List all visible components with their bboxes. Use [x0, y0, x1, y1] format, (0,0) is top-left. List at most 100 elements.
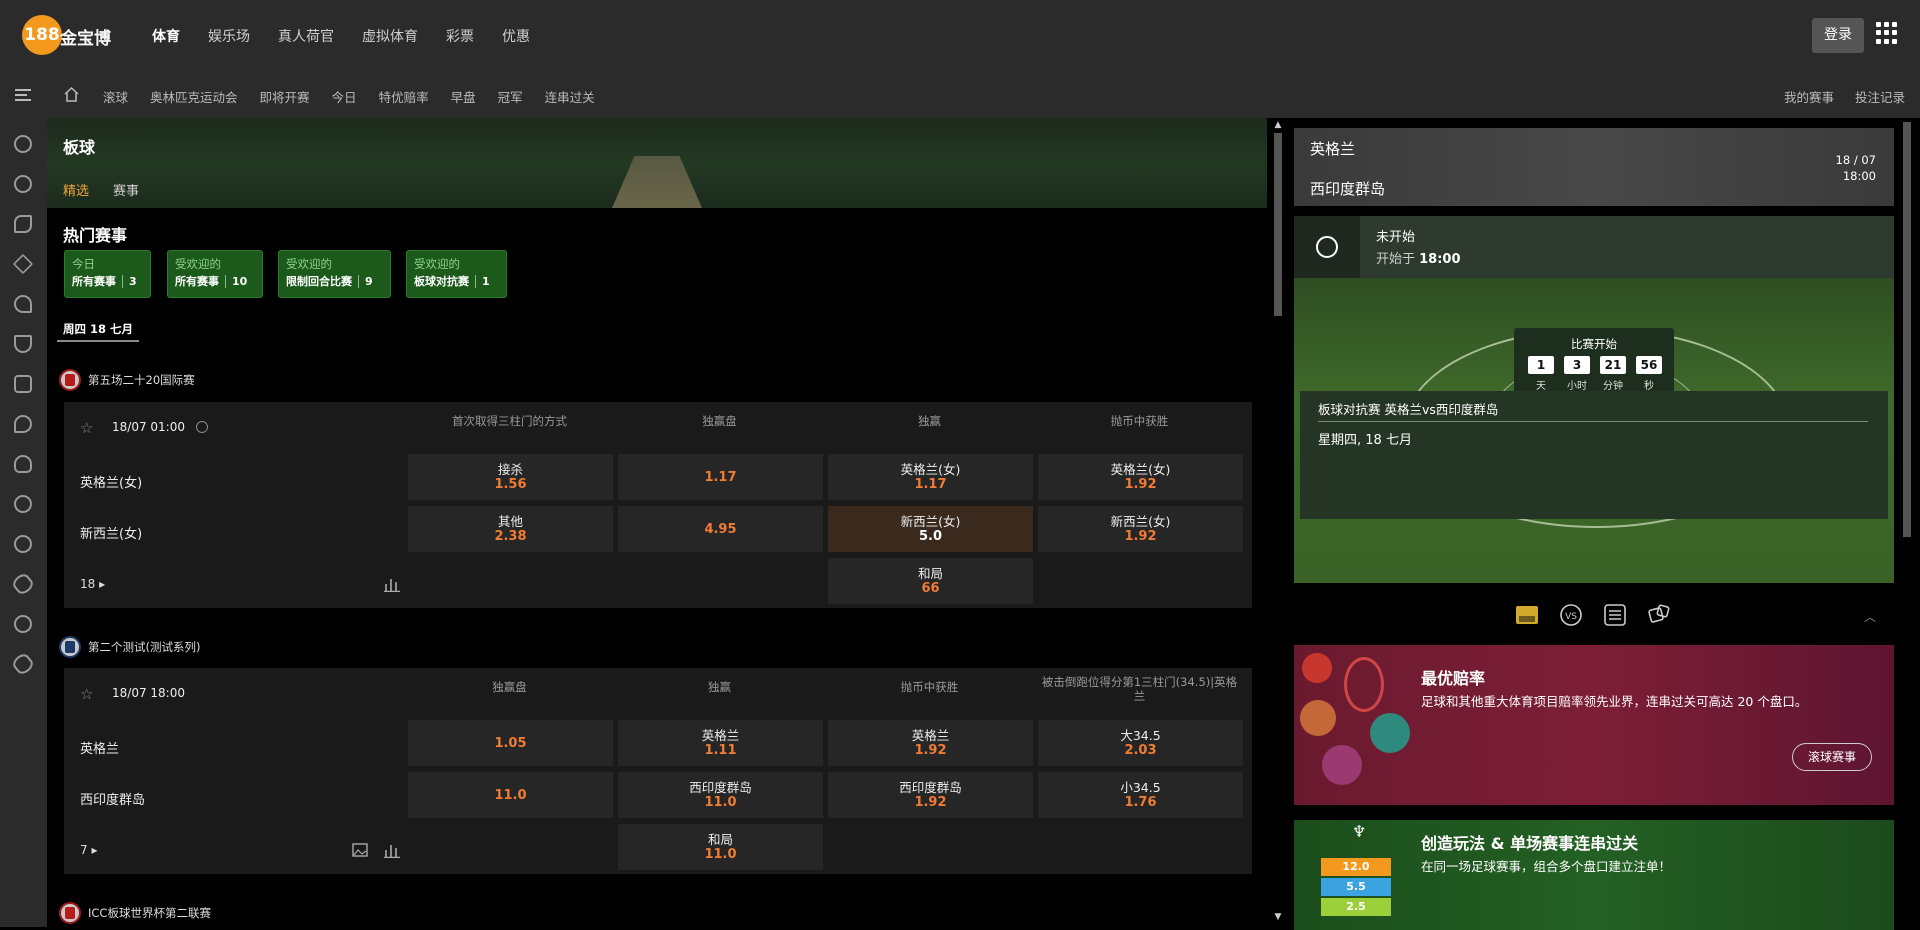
- main-nav: 体育 娱乐场 真人荷官 虚拟体育 彩票 优惠: [152, 26, 558, 46]
- sub-nav: 滚球 奥林匹克运动会 即将开赛 今日 特优赔率 早盘 冠军 连串过关: [103, 87, 617, 106]
- favorite-star-icon[interactable]: ☆: [80, 419, 93, 437]
- football-icon[interactable]: [10, 651, 36, 677]
- trophy-icon[interactable]: [14, 335, 32, 353]
- column-header: 抛币中获胜: [1110, 414, 1169, 428]
- subnav-parlay[interactable]: 连串过关: [545, 87, 595, 106]
- boxing-icon[interactable]: [14, 455, 32, 473]
- stats-icon[interactable]: [384, 842, 400, 858]
- odds-button[interactable]: 11.0: [408, 772, 613, 818]
- menu-icon[interactable]: [15, 89, 31, 101]
- tabletennis-paddle-icon: [1302, 653, 1332, 683]
- hot-card-today[interactable]: 今日 所有赛事 3: [64, 250, 151, 298]
- cricket-icon[interactable]: [12, 253, 34, 275]
- league-header[interactable]: ICC板球世界杯第二联赛: [59, 902, 211, 924]
- clock-icon: [196, 421, 208, 433]
- league-header[interactable]: 第五场二十20国际赛: [59, 369, 195, 391]
- odds-button[interactable]: 4.95: [618, 506, 823, 552]
- home-icon[interactable]: [63, 86, 80, 103]
- odds-button[interactable]: 1.17: [618, 454, 823, 500]
- promo-same-game-parlay: ♆ 12.0 5.5 2.5 创造玩法 & 单场赛事连串过关 在同一场足球赛事，…: [1294, 820, 1894, 930]
- soccer-icon[interactable]: [14, 135, 32, 153]
- odds-button[interactable]: 接杀 1.56: [408, 454, 613, 500]
- nav-sports[interactable]: 体育: [152, 26, 180, 46]
- odds-button[interactable]: 英格兰(女) 1.92: [1038, 454, 1243, 500]
- nav-casino[interactable]: 娱乐场: [208, 26, 250, 46]
- panel-scrollbar-thumb[interactable]: [1903, 122, 1911, 537]
- odds-button-draw[interactable]: 和局 11.0: [618, 824, 823, 870]
- odds-button[interactable]: 其他 2.38: [408, 506, 613, 552]
- content-scrollbar-thumb[interactable]: [1274, 133, 1282, 316]
- odds-bar: 12.0: [1321, 858, 1391, 876]
- league-header[interactable]: 第二个测试(测试系列): [59, 636, 200, 658]
- league-flag-icon: [59, 636, 81, 658]
- apps-grid-icon[interactable]: [1876, 22, 1898, 44]
- odds-button[interactable]: 大34.5 2.03: [1038, 720, 1243, 766]
- status-text: 未开始: [1376, 230, 1416, 245]
- hot-card-test-match[interactable]: 受欢迎的 板球对抗赛 1: [406, 250, 507, 298]
- scroll-down-icon[interactable]: ▼: [1272, 912, 1284, 922]
- subnav-in-play[interactable]: 滚球: [103, 87, 128, 106]
- swimming-icon[interactable]: [14, 375, 32, 393]
- subnav-outrights[interactable]: 冠军: [498, 87, 523, 106]
- odds-button[interactable]: 西印度群岛 11.0: [618, 772, 823, 818]
- rugby-icon[interactable]: [10, 571, 36, 597]
- more-markets-link[interactable]: 7 ▸: [80, 843, 97, 857]
- column-header: 独赢: [918, 414, 941, 428]
- subnav-olympics[interactable]: 奥林匹克运动会: [150, 87, 238, 106]
- hot-card-title: 所有赛事: [72, 275, 116, 288]
- league-name: 第二个测试(测试系列): [88, 640, 201, 654]
- odds-button[interactable]: 英格兰 1.11: [618, 720, 823, 766]
- subnav-today[interactable]: 今日: [332, 87, 357, 106]
- pitch-view-icon[interactable]: [1514, 603, 1540, 627]
- league-name: 第五场二十20国际赛: [88, 373, 195, 387]
- in-play-button[interactable]: 滚球赛事: [1792, 743, 1872, 771]
- darts-icon[interactable]: [14, 615, 32, 633]
- odds-button[interactable]: 小34.5 1.76: [1038, 772, 1243, 818]
- odds-button[interactable]: 新西兰(女) 1.92: [1038, 506, 1243, 552]
- odds-button[interactable]: 1.05: [408, 720, 613, 766]
- nav-virtual-sports[interactable]: 虚拟体育: [362, 26, 418, 46]
- stats-icon[interactable]: [384, 576, 400, 592]
- collapse-chevron-icon[interactable]: ︿: [1864, 608, 1876, 625]
- nav-lottery[interactable]: 彩票: [446, 26, 474, 46]
- scroll-up-icon[interactable]: ▲: [1272, 120, 1284, 130]
- tab-featured[interactable]: 精选: [63, 180, 89, 199]
- logo[interactable]: 188 金宝博: [22, 13, 111, 57]
- nav-promotions[interactable]: 优惠: [502, 26, 530, 46]
- login-button[interactable]: 登录: [1812, 18, 1864, 53]
- table-tennis-icon[interactable]: [14, 415, 32, 433]
- subnav-boosted-odds[interactable]: 特优赔率: [379, 87, 429, 106]
- date-tab[interactable]: 周四 18 七月: [57, 320, 140, 342]
- image-icon[interactable]: [352, 842, 368, 858]
- hot-card-count: 3: [122, 275, 137, 288]
- tennis-icon[interactable]: [14, 215, 32, 233]
- odds-button-draw[interactable]: 和局 66: [828, 558, 1033, 604]
- column-header: 被击倒跑位得分第1三柱门(34.5)|英格兰: [1041, 675, 1238, 703]
- hot-card-count: 9: [358, 275, 373, 288]
- scoreboard-icon[interactable]: [1602, 603, 1628, 627]
- bet-history-link[interactable]: 投注记录: [1855, 87, 1905, 106]
- league-flag-icon: [59, 369, 81, 391]
- dice-icon[interactable]: [1646, 603, 1672, 627]
- basketball-icon[interactable]: [14, 175, 32, 193]
- hot-card-limited-overs[interactable]: 受欢迎的 限制回合比赛 9: [278, 250, 391, 298]
- odds-button-selected[interactable]: 新西兰(女) 5.0: [828, 506, 1033, 552]
- odds-button[interactable]: 英格兰(女) 1.17: [828, 454, 1033, 500]
- more-markets-link[interactable]: 18 ▸: [80, 577, 105, 591]
- hot-card-title: 所有赛事: [175, 275, 219, 288]
- odds-button[interactable]: 英格兰 1.92: [828, 720, 1033, 766]
- nav-live-dealer[interactable]: 真人荷官: [278, 26, 334, 46]
- odds-button[interactable]: 西印度群岛 1.92: [828, 772, 1033, 818]
- start-time-text: 开始于 18:00: [1376, 252, 1461, 267]
- subnav-early[interactable]: 早盘: [451, 87, 476, 106]
- tab-competitions[interactable]: 赛事: [113, 180, 139, 199]
- subnav-starting-soon[interactable]: 即将开赛: [260, 87, 310, 106]
- badminton-icon[interactable]: [14, 295, 32, 313]
- volleyball-icon[interactable]: [14, 535, 32, 553]
- esports-icon[interactable]: [14, 495, 32, 513]
- favorite-star-icon[interactable]: ☆: [80, 685, 93, 703]
- my-events-link[interactable]: 我的赛事: [1784, 87, 1834, 106]
- versus-icon[interactable]: VS: [1558, 603, 1584, 627]
- hot-card-popular-all[interactable]: 受欢迎的 所有赛事 10: [167, 250, 263, 298]
- sport-hero-banner: [47, 118, 1267, 208]
